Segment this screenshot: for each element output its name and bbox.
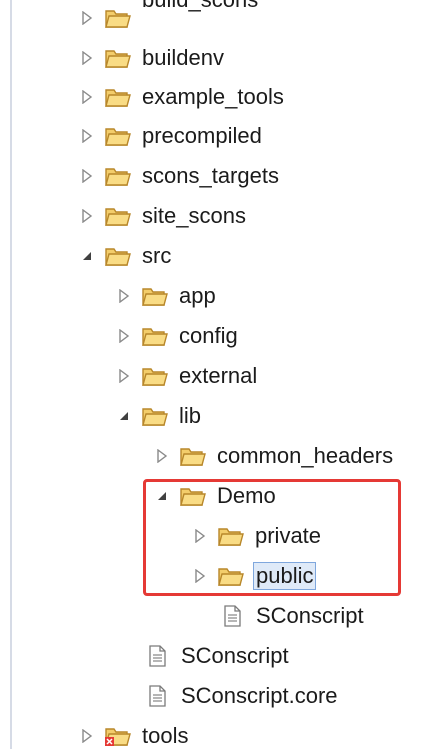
folder-icon [179,444,207,468]
tree-item-sconscript-demo[interactable]: SConscript [218,598,366,634]
collapse-toggle-icon[interactable] [80,167,94,185]
folder-icon [104,85,132,109]
expand-toggle-icon[interactable] [117,407,131,425]
tree-item-label: SConscript [256,603,364,628]
project-explorer-tree: build_scons buildenv example_tools preco… [0,0,432,749]
collapse-toggle-icon[interactable] [80,207,94,225]
tree-item-label: Demo [217,483,276,508]
tree-item-label: scons_targets [142,163,279,188]
tree-item-site-scons[interactable]: site_scons [80,198,248,234]
tree-item-demo[interactable]: Demo [155,478,278,514]
tree-item-label: example_tools [142,84,284,109]
tree-item-lib[interactable]: lib [117,398,203,434]
collapse-toggle-icon[interactable] [117,367,131,385]
tree-item-example-tools[interactable]: example_tools [80,79,286,115]
collapse-toggle-icon[interactable] [117,327,131,345]
tree-item-label: config [179,323,238,348]
collapse-toggle-icon[interactable] [80,127,94,145]
tree-item-label: SConscript [181,643,289,668]
collapse-toggle-icon[interactable] [117,287,131,305]
tree-item-label: buildenv [142,45,224,70]
tree-item-label: common_headers [217,443,394,468]
tree-item-label: app [179,283,216,308]
tree-item-label: src [142,243,172,268]
folder-icon [217,564,245,588]
collapse-toggle-icon[interactable] [80,88,94,106]
tree-item-label: external [179,363,258,388]
collapse-toggle-icon[interactable] [155,447,169,465]
collapse-toggle-icon[interactable] [193,567,207,585]
folder-error-icon [104,724,132,748]
folder-icon [104,164,132,188]
expand-toggle-icon[interactable] [155,487,169,505]
tree-item-app[interactable]: app [117,278,218,314]
tree-item-label: public [253,562,317,590]
collapse-toggle-icon[interactable] [80,9,94,27]
tree-item-public[interactable]: public [193,558,317,594]
folder-icon [141,284,169,308]
tree-item-private[interactable]: private [193,518,323,554]
tree-item-common-headers[interactable]: common_headers [155,438,395,474]
folder-icon [141,364,169,388]
folder-open-icon [179,484,207,508]
folder-icon [217,524,245,548]
tree-item-sconscript-core[interactable]: SConscript.core [143,678,340,714]
tree-item-label: tools [142,723,189,748]
tree-item-config[interactable]: config [117,318,240,354]
tree-item-label: site_scons [142,203,246,228]
file-icon [143,644,171,668]
tree-item-buildenv[interactable]: buildenv [80,40,226,76]
folder-icon [104,6,132,30]
file-icon [218,604,246,628]
tree-item-tools[interactable]: tools [80,718,190,749]
tree-item-label: lib [179,403,202,428]
tree-item-label: private [255,523,322,548]
folder-icon [104,204,132,228]
folder-icon [104,46,132,70]
tree-item-scons-targets[interactable]: scons_targets [80,158,281,194]
tree-item-sconscript-src[interactable]: SConscript [143,638,291,674]
tree-item-src[interactable]: src [80,238,173,274]
folder-icon [141,324,169,348]
collapse-toggle-icon[interactable] [80,49,94,67]
folder-open-icon [141,404,169,428]
collapse-toggle-icon[interactable] [80,727,94,745]
file-icon [143,684,171,708]
tree-item-build-scons[interactable]: build_scons [80,0,260,36]
tree-item-label: build_scons [140,0,260,14]
folder-open-icon [104,244,132,268]
folder-icon [104,124,132,148]
collapse-toggle-icon[interactable] [193,527,207,545]
tree-item-label: SConscript.core [181,683,338,708]
tree-item-label: precompiled [142,123,262,148]
tree-item-precompiled[interactable]: precompiled [80,118,264,154]
tree-item-external[interactable]: external [117,358,259,394]
expand-toggle-icon[interactable] [80,247,94,265]
